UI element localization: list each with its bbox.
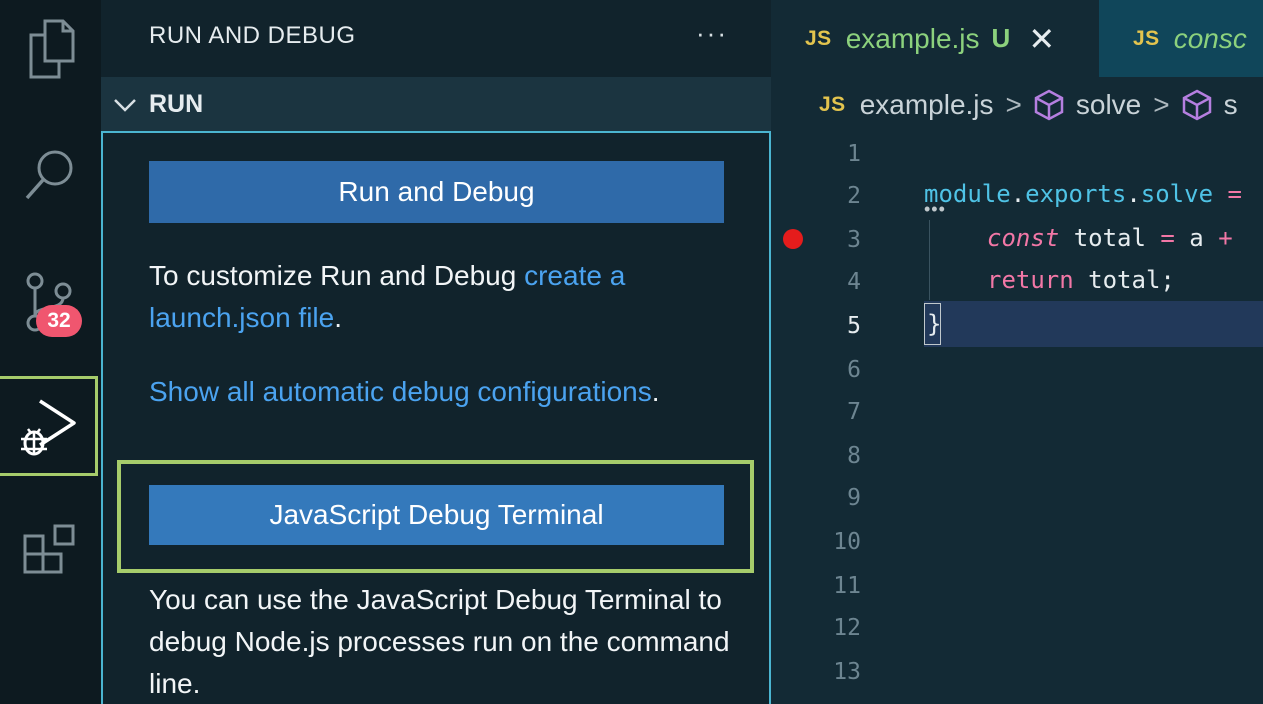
token: solve: [1140, 180, 1214, 208]
sidebar-title: RUN AND DEBUG: [149, 22, 356, 49]
breadcrumb-separator: >: [1005, 89, 1022, 120]
javascript-file-icon: JS: [1133, 26, 1160, 50]
method-icon: [1182, 89, 1211, 121]
js-terminal-description: You can use the JavaScript Debug Termina…: [149, 584, 730, 699]
editor-tabs: JS example.js U ✕ JS consc: [771, 0, 1263, 77]
run-debug-highlight: [0, 376, 98, 476]
breadcrumb-separator: >: [1153, 89, 1170, 120]
current-line-highlight: [924, 301, 1263, 347]
token: return: [987, 266, 1074, 294]
token: +: [1218, 224, 1233, 252]
line-number: 12: [833, 615, 861, 641]
breadcrumb-file[interactable]: example.js: [860, 89, 994, 121]
run-section-body: Run and Debug To customize Run and Debug…: [101, 131, 771, 704]
customize-period: .: [334, 302, 343, 333]
line-number: 5: [847, 313, 861, 339]
run-section-title: RUN: [149, 90, 204, 118]
token: exports: [1025, 180, 1127, 208]
tab-console[interactable]: JS consc: [1099, 0, 1263, 77]
breadcrumb: JS example.js > solve > s: [771, 77, 1263, 133]
token: =: [1213, 180, 1242, 208]
javascript-file-icon: JS: [805, 26, 832, 50]
editor: JS example.js U ✕ JS consc JS example.js…: [771, 0, 1263, 704]
code-line-3[interactable]: const total = a +: [987, 224, 1233, 252]
code-line-5[interactable]: }: [927, 310, 941, 338]
extensions-icon[interactable]: [0, 514, 101, 590]
line-number: 8: [847, 443, 861, 469]
show-configurations-text: Show all automatic debug configurations.: [149, 371, 749, 413]
activity-bar: 32: [0, 0, 101, 704]
code-line-2[interactable]: module.exports.solve =: [924, 180, 1242, 208]
token: const: [987, 224, 1060, 252]
line-number: 11: [833, 573, 861, 599]
show-all-configurations-link[interactable]: Show all automatic debug configurations: [149, 376, 652, 407]
customize-label: To customize Run and Debug: [149, 260, 525, 291]
token: .: [1126, 180, 1141, 208]
token: total;: [1073, 266, 1175, 294]
folded-ellipsis-icon: •••: [924, 199, 946, 219]
breakpoint-icon[interactable]: [783, 229, 803, 249]
breadcrumb-symbol[interactable]: s: [1224, 89, 1238, 121]
token: =: [1160, 224, 1175, 252]
javascript-debug-terminal-button[interactable]: JavaScript Debug Terminal: [149, 485, 724, 545]
token: .: [1010, 180, 1026, 208]
token: a: [1174, 224, 1219, 252]
customize-text: To customize Run and Debug create a laun…: [149, 255, 749, 339]
line-number: 10: [833, 529, 861, 555]
javascript-file-icon: JS: [819, 93, 846, 116]
token: total: [1059, 224, 1161, 252]
close-icon[interactable]: ✕: [1028, 20, 1055, 58]
notification-badge: 32: [36, 305, 82, 337]
line-number: 6: [847, 357, 861, 383]
untracked-status: U: [991, 23, 1011, 53]
search-icon[interactable]: [0, 138, 101, 214]
line-number: 9: [847, 485, 861, 511]
tab-label: consc: [1173, 22, 1247, 54]
show-period: .: [651, 376, 660, 407]
line-number: 4: [847, 269, 861, 295]
breadcrumb-symbol[interactable]: solve: [1076, 89, 1141, 121]
run-section-header[interactable]: RUN: [101, 77, 771, 131]
line-number: 1: [847, 141, 861, 167]
chevron-down-icon: [114, 99, 136, 112]
indent-guide: [929, 220, 930, 300]
code-line-4[interactable]: return total;: [987, 266, 1175, 294]
line-number: 7: [847, 399, 861, 425]
tab-label: example.js: [845, 22, 980, 54]
run-and-debug-button[interactable]: Run and Debug: [149, 161, 724, 223]
line-number: 2: [847, 183, 861, 209]
tab-example-js[interactable]: JS example.js U ✕: [771, 0, 1099, 77]
files-icon[interactable]: [0, 14, 101, 84]
method-icon: [1034, 89, 1064, 121]
line-number: 13: [833, 659, 861, 685]
more-actions-icon[interactable]: ···: [696, 18, 728, 49]
sidebar-header: RUN AND DEBUG ···: [101, 0, 771, 77]
run-debug-sidebar: RUN AND DEBUG ··· RUN Run and Debug To c…: [101, 0, 771, 704]
